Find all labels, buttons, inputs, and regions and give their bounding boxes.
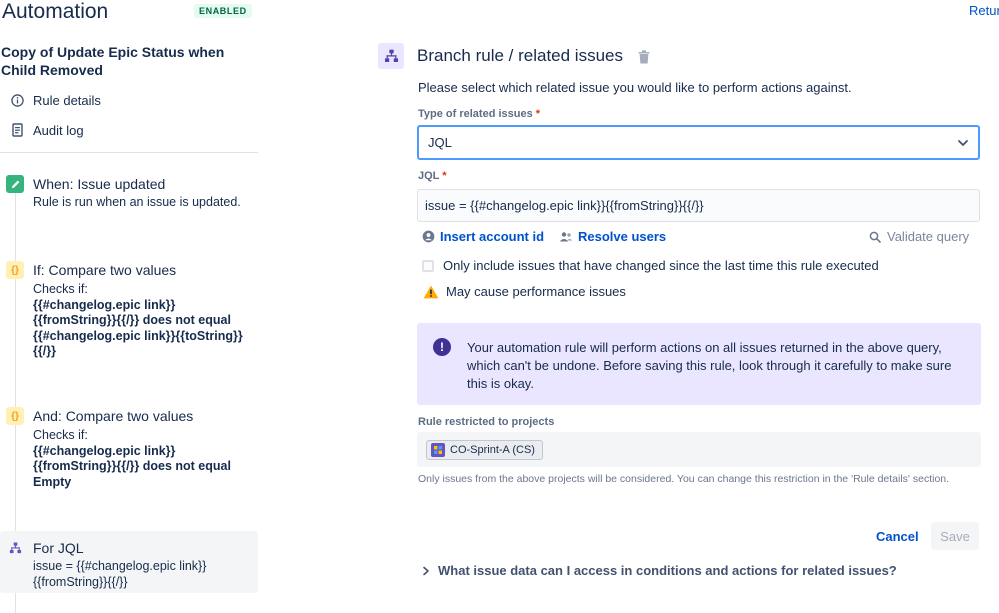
- branch-icon: [378, 43, 404, 69]
- info-icon: [9, 92, 25, 108]
- search-icon: [868, 230, 882, 244]
- helper-text: Only issues from the above projects will…: [418, 473, 950, 485]
- warning-text: May cause performance issues: [446, 284, 626, 299]
- cancel-button[interactable]: Cancel: [870, 522, 925, 550]
- instruction-text: Please select which related issue you wo…: [418, 80, 852, 95]
- validate-query-link[interactable]: Validate query: [868, 229, 969, 244]
- step-desc-bold: {{#changelog.epic link}}{{fromString}}{{…: [33, 297, 243, 359]
- sidebar-item-rule-details[interactable]: Rule details: [9, 92, 101, 108]
- sidebar-item-label: Audit log: [33, 122, 84, 138]
- users-icon: [559, 230, 573, 244]
- type-field-label: Type of related issues *: [418, 108, 541, 120]
- related-issues-type-select[interactable]: JQL: [417, 125, 980, 160]
- sidebar-item-audit-log[interactable]: Audit log: [9, 122, 84, 138]
- only-changed-checkbox-row[interactable]: Only include issues that have changed si…: [422, 258, 879, 273]
- step-description: Checks if: {{#changelog.epic link}}{{fro…: [33, 428, 255, 490]
- pencil-icon: [6, 175, 24, 193]
- braces-icon: {}: [6, 407, 24, 425]
- warning-icon: [423, 285, 439, 298]
- exclamation-icon: !: [433, 338, 451, 356]
- insert-account-id-link[interactable]: Insert account id: [421, 229, 544, 244]
- chevron-down-icon: [958, 140, 968, 146]
- step-description: Rule is run when an issue is updated.: [33, 195, 241, 209]
- project-chip-label: CO-Sprint-A (CS): [450, 444, 535, 456]
- select-value: JQL: [428, 135, 452, 150]
- project-avatar-icon: [431, 443, 445, 457]
- restricted-projects-label: Rule restricted to projects: [418, 416, 555, 428]
- save-button[interactable]: Save: [931, 522, 979, 550]
- page-title: Branch rule / related issues: [417, 46, 623, 65]
- rule-step-trigger[interactable]: When: Issue updated Rule is run when an …: [0, 175, 258, 215]
- return-link[interactable]: Retur: [969, 3, 999, 18]
- jql-field-label: JQL *: [418, 170, 447, 182]
- step-desc-prefix: Checks if:: [33, 428, 88, 442]
- related-issues-data-accordion[interactable]: What issue data can I access in conditio…: [422, 563, 897, 578]
- checkbox-label: Only include issues that have changed si…: [443, 258, 879, 273]
- rule-step-condition-1[interactable]: {} If: Compare two values Checks if: {{#…: [0, 261, 258, 361]
- performance-warning: May cause performance issues: [423, 284, 626, 299]
- app-title: Automation: [2, 0, 109, 23]
- rule-step-branch[interactable]: For JQL issue = {{#changelog.epic link}}…: [0, 531, 258, 593]
- braces-icon: {}: [6, 261, 24, 279]
- user-icon: [421, 230, 435, 244]
- only-changed-checkbox[interactable]: [422, 259, 434, 272]
- restricted-projects-box: CO-Sprint-A (CS): [417, 432, 981, 467]
- step-title: For JQL: [33, 540, 84, 556]
- step-title: When: Issue updated: [33, 176, 166, 192]
- step-description: issue = {{#changelog.epic link}}{{fromSt…: [33, 559, 207, 589]
- info-message: Your automation rule will perform action…: [467, 340, 952, 391]
- accordion-label: What issue data can I access in conditio…: [438, 563, 897, 578]
- status-badge: ENABLED: [194, 4, 252, 18]
- chevron-right-icon: [423, 566, 429, 575]
- sidebar-item-label: Rule details: [33, 92, 101, 108]
- step-title: And: Compare two values: [33, 408, 194, 424]
- step-desc-bold: {{#changelog.epic link}}{{fromString}}{{…: [33, 443, 231, 489]
- rule-step-condition-2[interactable]: {} And: Compare two values Checks if: {{…: [0, 407, 258, 497]
- sidebar-divider: [0, 152, 258, 153]
- project-chip: CO-Sprint-A (CS): [426, 440, 543, 460]
- trash-icon[interactable]: [638, 50, 650, 64]
- document-icon: [9, 122, 25, 138]
- jql-input[interactable]: issue = {{#changelog.epic link}}{{fromSt…: [417, 189, 980, 222]
- resolve-users-link[interactable]: Resolve users: [559, 229, 666, 244]
- step-desc-prefix: Checks if:: [33, 282, 88, 296]
- info-panel: ! Your automation rule will perform acti…: [417, 323, 981, 405]
- step-title: If: Compare two values: [33, 262, 177, 278]
- step-description: Checks if: {{#changelog.epic link}}{{fro…: [33, 282, 255, 360]
- rule-name: Copy of Update Epic Status when Child Re…: [1, 44, 225, 78]
- branch-icon: [6, 539, 24, 557]
